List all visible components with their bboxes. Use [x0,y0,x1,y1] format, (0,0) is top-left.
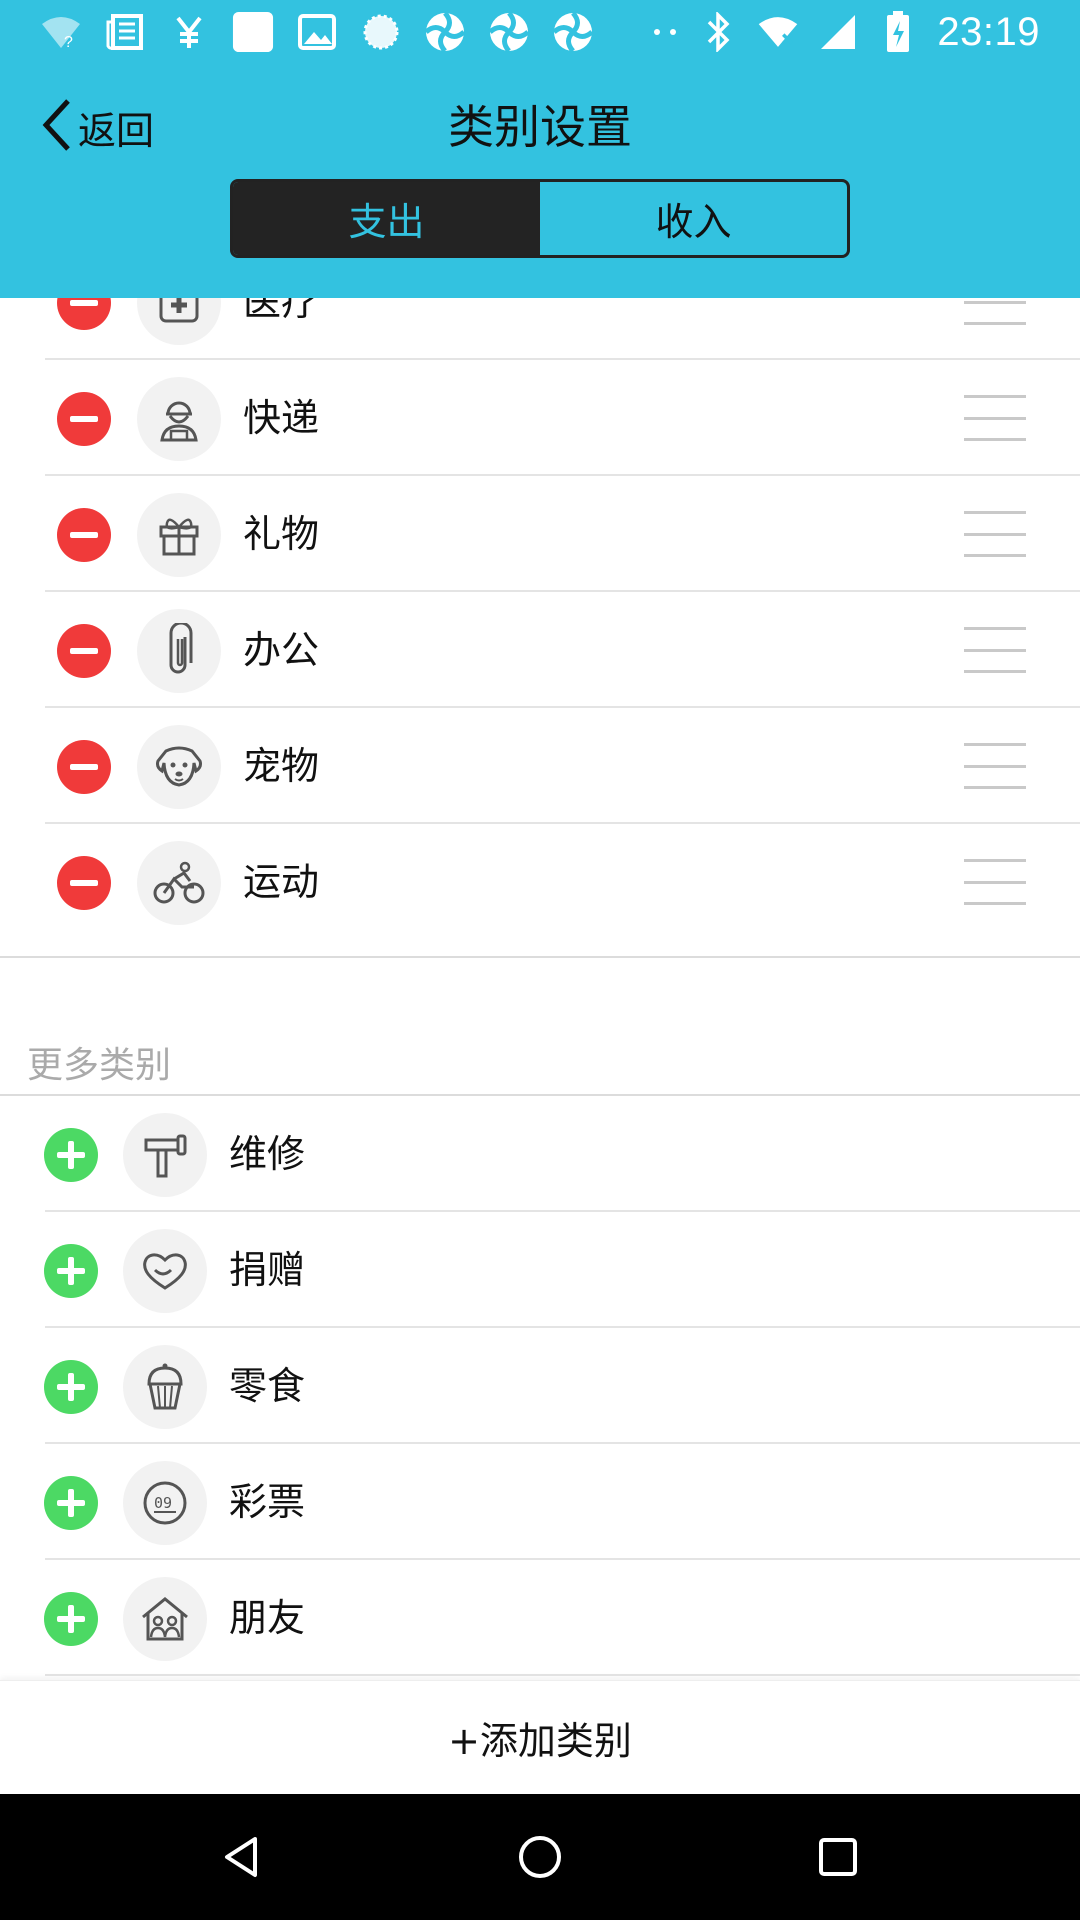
courier-icon [137,377,221,461]
square-app-icon [232,11,274,53]
wifi-question-icon: ? [40,11,82,53]
wifi-off-icon [757,11,799,53]
status-bar: ? 23:19 [0,0,1080,64]
clock: 23:19 [937,9,1040,54]
category-label: 礼物 [243,512,320,556]
remove-button[interactable] [57,740,111,794]
category-row: 快递 [0,360,1080,476]
status-icons-left: ? [40,8,686,56]
category-label: 办公 [243,628,320,672]
section-title-more: 更多类别 [27,1045,172,1086]
category-label: 零食 [229,1364,306,1408]
yen-icon [168,11,210,53]
drag-handle-icon[interactable] [964,298,1026,325]
bluetooth-icon [697,11,739,53]
more-category-row: 09 彩票 [0,1444,1080,1560]
add-button[interactable] [44,1128,98,1182]
app-swirl-icon [424,11,466,53]
category-row: 宠物 [0,708,1080,824]
category-label: 宠物 [243,744,320,788]
hammer-icon [123,1113,207,1197]
friends-house-icon [123,1577,207,1661]
lottery-ball-icon: 09 [123,1461,207,1545]
category-list: 医疗 快递 礼物 办公 宠物 运动 更多类别 维修 捐赠 零食 09 彩票 朋友 [0,298,1080,1794]
image-icon [296,11,338,53]
app-swirl-icon [552,11,594,53]
add-button[interactable] [44,1360,98,1414]
bicycle-icon [137,841,221,925]
app-swirl-icon [488,11,530,53]
add-button[interactable] [44,1476,98,1530]
remove-button[interactable] [57,508,111,562]
svg-text:?: ? [64,34,73,50]
category-label: 朋友 [229,1596,306,1640]
category-label: 维修 [229,1132,306,1176]
status-icons-right: 23:19 [697,8,1040,56]
remove-button[interactable] [57,392,111,446]
loading-circle-icon [360,11,402,53]
more-category-row: 零食 [0,1328,1080,1444]
category-label: 捐赠 [229,1248,306,1292]
cupcake-icon [123,1345,207,1429]
tab-expense[interactable]: 支出 [233,182,540,255]
divider [45,1674,1080,1676]
more-category-row: 维修 [0,1096,1080,1212]
back-triangle-icon[interactable] [211,1827,271,1887]
section-divider [0,956,1080,958]
drag-handle-icon[interactable] [964,511,1026,557]
paperclip-icon [137,609,221,693]
category-row: 医疗 [0,298,1080,360]
gift-icon [137,493,221,577]
page-title: 类别设置 [448,100,632,154]
home-circle-icon[interactable] [510,1827,570,1887]
drag-handle-icon[interactable] [964,743,1026,789]
drag-handle-icon[interactable] [964,859,1026,905]
category-label: 彩票 [229,1480,306,1524]
system-nav-bar [0,1794,1080,1920]
dog-face-icon [137,725,221,809]
signal-icon [817,11,859,53]
remove-button[interactable] [57,298,111,330]
category-row: 礼物 [0,476,1080,592]
drag-handle-icon[interactable] [964,627,1026,673]
more-category-row: 朋友 [0,1560,1080,1676]
remove-button[interactable] [57,856,111,910]
medical-kit-icon [137,298,221,345]
category-label: 快递 [243,396,320,440]
news-icon [104,11,146,53]
app-header: ? 23:19 返回 类别设置 支出 收入 [0,0,1080,298]
remove-button[interactable] [57,624,111,678]
add-button[interactable] [44,1592,98,1646]
heart-hand-icon [123,1229,207,1313]
add-button[interactable] [44,1244,98,1298]
category-row: 办公 [0,592,1080,708]
add-category-button[interactable]: +添加类别 [0,1680,1080,1794]
category-label: 运动 [243,860,320,904]
type-segmented-control: 支出 收入 [230,179,850,258]
category-label: 医疗 [243,298,320,324]
more-category-row: 捐赠 [0,1212,1080,1328]
battery-charging-icon [877,11,919,53]
more-dots-icon [644,11,686,53]
drag-handle-icon[interactable] [964,395,1026,441]
svg-text:09: 09 [154,1494,172,1512]
recents-square-icon[interactable] [808,1827,868,1887]
tab-income[interactable]: 收入 [540,182,847,255]
category-row: 运动 [0,824,1080,940]
